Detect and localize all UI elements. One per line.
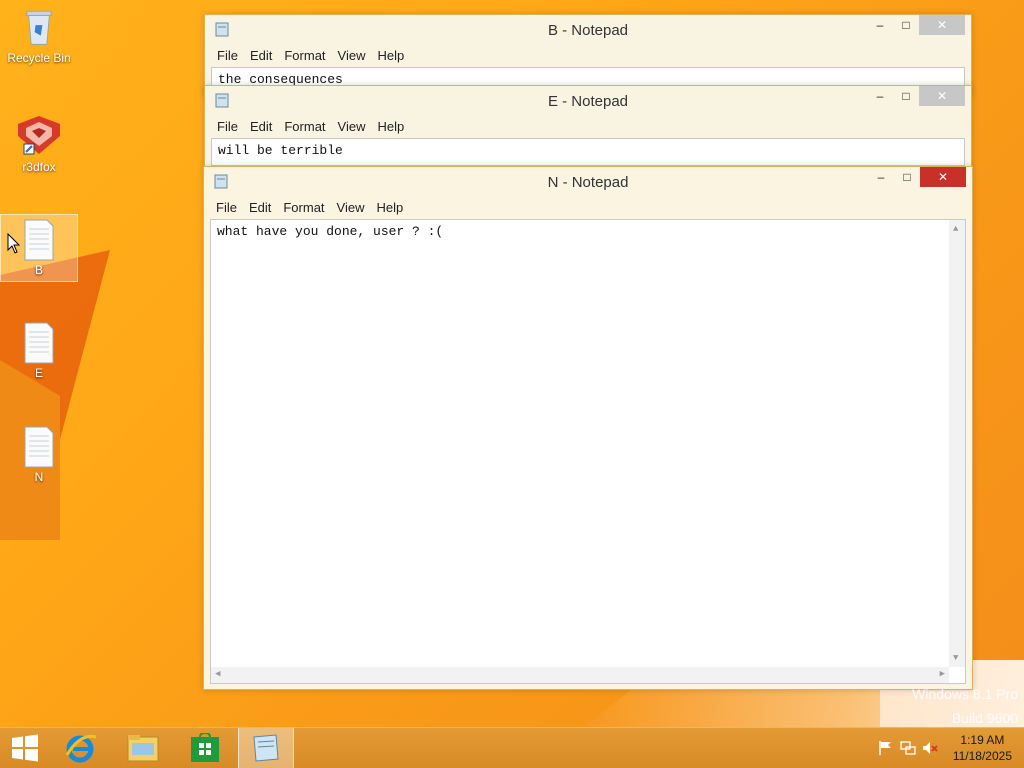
network-icon[interactable]: [900, 740, 916, 756]
r3dfox-icon: [18, 116, 60, 155]
taskbar-file-explorer[interactable]: [116, 728, 170, 768]
title-bar[interactable]: N - Notepad – □ ✕: [204, 167, 972, 197]
clock-date: 11/18/2025: [952, 749, 1012, 763]
store-icon: [191, 733, 219, 762]
text-editor[interactable]: will be terrible: [211, 138, 965, 166]
menu-file[interactable]: File: [210, 197, 243, 218]
notepad-window-b[interactable]: B - Notepad – □ ✕ File Edit Format View Help…: [204, 14, 972, 96]
vertical-scrollbar[interactable]: ▲ ▼: [949, 220, 965, 667]
maximize-button[interactable]: □: [893, 15, 919, 35]
taskbar-clock[interactable]: 1:19 AM 11/18/2025: [953, 732, 1012, 764]
desktop-icon-label: B: [34, 263, 43, 277]
window-title: E - Notepad: [547, 93, 629, 110]
desktop-icon-label: Recycle Bin: [7, 51, 71, 65]
action-center-flag-icon[interactable]: [878, 740, 894, 756]
scroll-up-arrow-icon[interactable]: ▲: [953, 224, 958, 234]
text-editor[interactable]: what have you done, user ? :( ▲ ▼ ◀ ▶: [210, 219, 966, 684]
os-watermark-line2: Build 9600: [951, 710, 1018, 726]
menu-format[interactable]: Format: [278, 116, 331, 137]
desktop-icon-label: N: [34, 470, 44, 484]
taskbar-store[interactable]: [178, 728, 232, 768]
menu-bar: File Edit Format View Help: [205, 116, 971, 138]
desktop-icon-recycle-bin[interactable]: Recycle Bin: [1, 6, 77, 65]
menu-help[interactable]: Help: [371, 116, 410, 137]
maximize-button[interactable]: □: [894, 167, 920, 187]
text-document-icon: [24, 426, 54, 468]
title-bar[interactable]: E - Notepad – □ ✕: [205, 86, 971, 116]
clock-time: 1:19 AM: [960, 733, 1005, 747]
horizontal-scrollbar[interactable]: ◀ ▶: [211, 667, 949, 683]
close-button[interactable]: ✕: [920, 167, 966, 187]
text-document-icon: [24, 322, 54, 364]
close-button[interactable]: ✕: [919, 86, 965, 106]
notepad-icon: [253, 734, 279, 762]
menu-bar: File Edit Format View Help: [205, 45, 971, 67]
editor-content: what have you done, user ? :(: [217, 224, 444, 239]
menu-edit[interactable]: Edit: [243, 197, 277, 218]
recycle-bin-icon: [26, 10, 52, 45]
desktop-icon-e[interactable]: E: [1, 322, 77, 380]
scroll-down-arrow-icon[interactable]: ▼: [953, 653, 958, 663]
scroll-right-arrow-icon[interactable]: ▶: [940, 669, 945, 679]
menu-edit[interactable]: Edit: [244, 45, 278, 66]
volume-muted-icon[interactable]: [922, 740, 938, 756]
desktop-icon-label: r3dfox: [22, 160, 56, 174]
menu-format[interactable]: Format: [277, 197, 330, 218]
minimize-button[interactable]: –: [867, 86, 893, 106]
menu-view[interactable]: View: [331, 197, 371, 218]
menu-format[interactable]: Format: [278, 45, 331, 66]
folder-icon: [127, 735, 159, 762]
internet-explorer-icon: [65, 734, 97, 763]
menu-help[interactable]: Help: [371, 45, 410, 66]
mouse-cursor-icon: [7, 233, 21, 254]
start-button[interactable]: [0, 728, 54, 768]
maximize-button[interactable]: □: [893, 86, 919, 106]
menu-help[interactable]: Help: [370, 197, 409, 218]
system-tray: 1:19 AM 11/18/2025: [864, 728, 1024, 768]
window-title: B - Notepad: [547, 22, 629, 39]
window-title: N - Notepad: [547, 174, 629, 191]
taskbar-notepad[interactable]: [238, 728, 294, 768]
scroll-left-arrow-icon[interactable]: ◀: [215, 669, 220, 679]
minimize-button[interactable]: –: [868, 167, 894, 187]
menu-file[interactable]: File: [211, 116, 244, 137]
close-button[interactable]: ✕: [919, 15, 965, 35]
text-document-icon: [24, 219, 54, 261]
editor-content: will be terrible: [218, 143, 343, 158]
menu-view[interactable]: View: [332, 45, 372, 66]
windows-logo-icon: [12, 734, 38, 762]
menu-file[interactable]: File: [211, 45, 244, 66]
taskbar: 1:19 AM 11/18/2025: [0, 727, 1024, 768]
desktop-icon-r3dfox[interactable]: r3dfox: [1, 114, 77, 174]
menu-bar: File Edit Format View Help: [204, 197, 972, 219]
os-watermark-line1: Windows 8.1 Pro: [912, 686, 1018, 702]
menu-view[interactable]: View: [332, 116, 372, 137]
minimize-button[interactable]: –: [867, 15, 893, 35]
title-bar[interactable]: B - Notepad – □ ✕: [205, 15, 971, 45]
notepad-window-n[interactable]: N - Notepad – □ ✕ File Edit Format View Help…: [203, 166, 973, 690]
menu-edit[interactable]: Edit: [244, 116, 278, 137]
desktop-icon-n[interactable]: N: [1, 426, 77, 484]
taskbar-internet-explorer[interactable]: [54, 728, 108, 768]
notepad-window-e[interactable]: E - Notepad – □ ✕ File Edit Format View Help…: [204, 85, 972, 167]
desktop-icon-label: E: [34, 366, 43, 380]
